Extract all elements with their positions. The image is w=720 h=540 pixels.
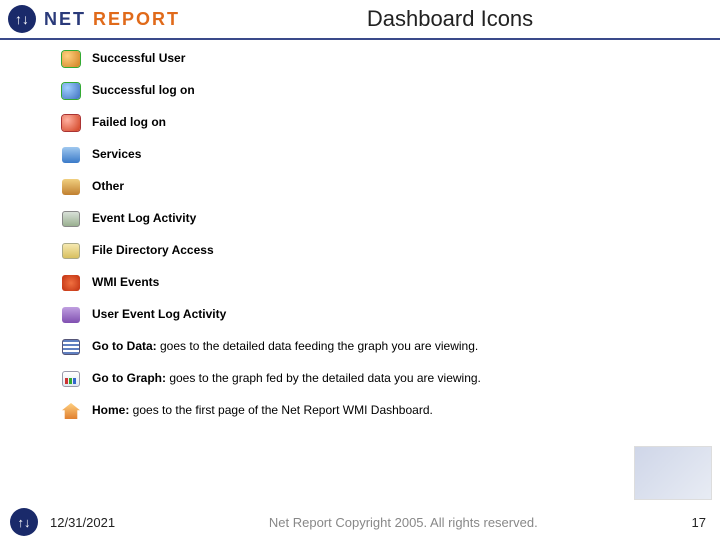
page-title: Dashboard Icons: [180, 6, 720, 32]
item-text: Event Log Activity: [92, 210, 196, 226]
item-text: Go to Graph: goes to the graph fed by th…: [92, 370, 481, 386]
user-event-log-icon: [60, 306, 82, 324]
list-item: Go to Data: goes to the detailed data fe…: [60, 338, 720, 356]
logo-text: NET REPORT: [44, 9, 180, 30]
item-text: Other: [92, 178, 124, 194]
file-directory-icon: [60, 242, 82, 260]
item-text: Services: [92, 146, 141, 162]
slide-header: ↑↓ NET REPORT Dashboard Icons: [0, 0, 720, 40]
item-text: User Event Log Activity: [92, 306, 226, 322]
item-text: Go to Data: goes to the detailed data fe…: [92, 338, 478, 354]
logo-prefix: NET: [44, 9, 93, 29]
logo-suffix: REPORT: [93, 9, 180, 29]
footer-page-number: 17: [692, 515, 706, 530]
go-to-graph-icon: [60, 370, 82, 388]
item-text: WMI Events: [92, 274, 159, 290]
successful-logon-icon: [60, 82, 82, 100]
item-text: File Directory Access: [92, 242, 214, 258]
other-icon: [60, 178, 82, 196]
slide-footer: ↑↓ 12/31/2021 Net Report Copyright 2005.…: [0, 504, 720, 540]
item-text: Home: goes to the first page of the Net …: [92, 402, 433, 418]
list-item: Failed log on: [60, 114, 720, 132]
failed-logon-icon: [60, 114, 82, 132]
list-item: Successful User: [60, 50, 720, 68]
go-to-data-icon: [60, 338, 82, 356]
list-item: Other: [60, 178, 720, 196]
footer-date: 12/31/2021: [50, 515, 115, 530]
decorative-image: [634, 446, 712, 500]
services-icon: [60, 146, 82, 164]
home-icon: [60, 402, 82, 420]
wmi-events-icon: [60, 274, 82, 292]
item-text: Failed log on: [92, 114, 166, 130]
list-item: WMI Events: [60, 274, 720, 292]
item-text: Successful User: [92, 50, 185, 66]
list-item: Go to Graph: goes to the graph fed by th…: [60, 370, 720, 388]
list-item: Event Log Activity: [60, 210, 720, 228]
icon-legend-list: Successful User Successful log on Failed…: [0, 40, 720, 420]
successful-user-icon: [60, 50, 82, 68]
event-log-icon: [60, 210, 82, 228]
list-item: User Event Log Activity: [60, 306, 720, 324]
list-item: Services: [60, 146, 720, 164]
list-item: File Directory Access: [60, 242, 720, 260]
footer-copyright: Net Report Copyright 2005. All rights re…: [115, 515, 691, 530]
item-text: Successful log on: [92, 82, 195, 98]
logo-icon: ↑↓: [8, 5, 36, 33]
list-item: Successful log on: [60, 82, 720, 100]
list-item: Home: goes to the first page of the Net …: [60, 402, 720, 420]
footer-logo-icon: ↑↓: [10, 508, 38, 536]
